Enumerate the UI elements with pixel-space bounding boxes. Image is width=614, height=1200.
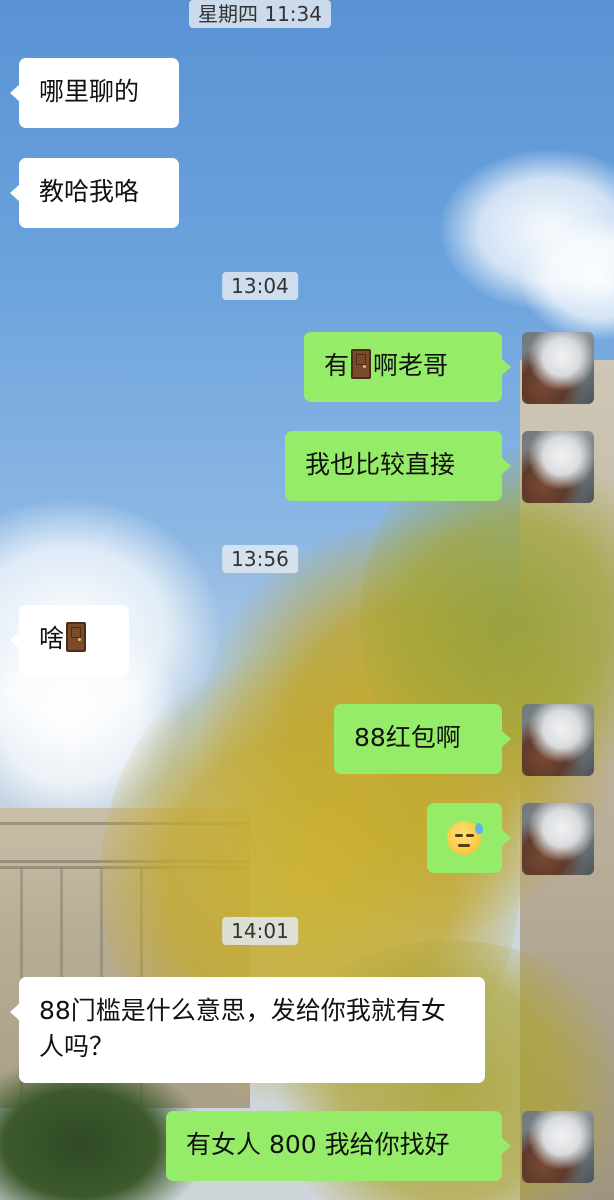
message-bubble-right[interactable]: 我也比较直接: [285, 431, 511, 501]
message-text: 教哈我咯: [39, 177, 140, 206]
door-icon: [351, 349, 372, 379]
message-bubble-right[interactable]: 88红包啊: [334, 704, 511, 774]
message-bubble-left[interactable]: 啥: [10, 605, 129, 675]
avatar[interactable]: [522, 1111, 594, 1183]
message-text: 88红包啊: [354, 723, 461, 752]
door-icon: [66, 622, 87, 652]
avatar[interactable]: [522, 704, 594, 776]
timestamp: 星期四 11:34: [189, 0, 331, 28]
timestamp: 13:56: [222, 545, 298, 573]
message-bubble-left[interactable]: 哪里聊的: [10, 58, 179, 128]
message-text: 我也比较直接: [305, 450, 456, 479]
avatar[interactable]: [522, 332, 594, 404]
sweat-smile-icon: [447, 821, 483, 855]
timestamp: 13:04: [222, 272, 298, 300]
message-bubble-right[interactable]: 有女人 800 我给你找好: [166, 1111, 511, 1181]
message-text: 哪里聊的: [39, 77, 140, 106]
chat-area[interactable]: 星期四 11:34 哪里聊的 教哈我咯 13:04 有啊老哥 我也比较直接 13…: [0, 0, 614, 1200]
avatar[interactable]: [522, 431, 594, 503]
message-bubble-left[interactable]: 教哈我咯: [10, 158, 179, 228]
message-text: 88门槛是什么意思，发给你我就有女人吗？: [39, 996, 446, 1061]
message-text: 啥: [39, 624, 65, 653]
message-text: 啊老哥: [373, 351, 449, 380]
timestamp: 14:01: [222, 917, 298, 945]
avatar[interactable]: [522, 803, 594, 875]
message-bubble-right[interactable]: [427, 803, 511, 873]
message-text: 有女人 800 我给你找好: [186, 1130, 450, 1159]
message-bubble-left[interactable]: 88门槛是什么意思，发给你我就有女人吗？: [10, 977, 485, 1083]
message-text: 有: [324, 351, 350, 380]
message-bubble-right[interactable]: 有啊老哥: [304, 332, 511, 402]
